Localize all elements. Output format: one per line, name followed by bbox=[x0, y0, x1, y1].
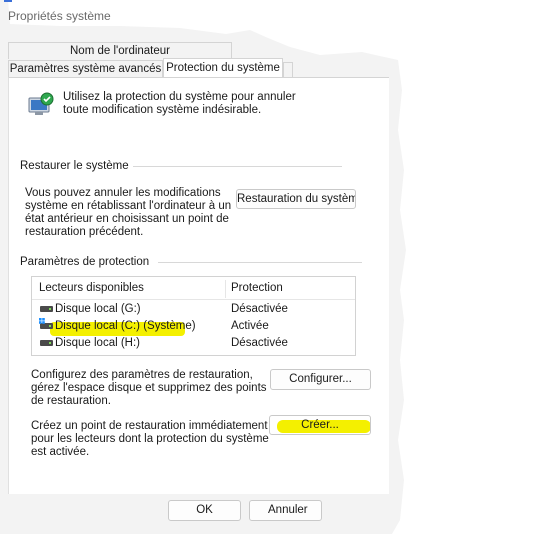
system-restore-button[interactable]: Restauration du système... bbox=[236, 189, 356, 209]
drive-protection-status: Désactivée bbox=[231, 337, 288, 349]
cancel-button[interactable]: Annuler bbox=[249, 500, 322, 521]
drive-name: Disque local (G:) bbox=[55, 303, 141, 315]
drive-row[interactable]: Disque local (H:) Désactivée bbox=[32, 335, 352, 352]
window-title: Propriétés système bbox=[8, 9, 111, 23]
drive-row[interactable]: Disque local (G:) Désactivée bbox=[32, 301, 352, 318]
drive-protection-status: Activée bbox=[231, 320, 269, 332]
tab-advanced-settings[interactable]: Paramètres système avancés bbox=[8, 60, 163, 78]
drive-name: Disque local (H:) bbox=[55, 337, 140, 349]
create-description: Créez un point de restauration immédiate… bbox=[31, 420, 269, 458]
drive-row[interactable]: Disque local (C:) (Système) Activée bbox=[32, 318, 352, 335]
column-header-drives[interactable]: Lecteurs disponibles bbox=[39, 282, 144, 294]
drive-protection-status: Désactivée bbox=[231, 303, 288, 315]
column-header-protection[interactable]: Protection bbox=[231, 282, 283, 294]
group-divider bbox=[130, 166, 342, 167]
tab-more[interactable] bbox=[283, 62, 293, 78]
drive-icon bbox=[40, 306, 53, 312]
system-protection-icon bbox=[26, 90, 54, 118]
ok-button[interactable]: OK bbox=[168, 500, 241, 521]
restore-description: Vous pouvez annuler les modifications sy… bbox=[25, 187, 232, 238]
drive-name: Disque local (C:) (Système) bbox=[55, 320, 196, 332]
restore-group-label: Restaurer le système bbox=[20, 160, 133, 172]
configure-description: Configurez des paramètres de restauratio… bbox=[31, 369, 267, 407]
drives-list[interactable]: Lecteurs disponibles Protection Disque l… bbox=[31, 276, 356, 356]
tab-system-protection[interactable]: Protection du système bbox=[163, 58, 283, 78]
intro-text: Utilisez la protection du système pour a… bbox=[63, 91, 296, 116]
tab-computer-name[interactable]: Nom de l'ordinateur bbox=[8, 42, 232, 59]
drive-icon bbox=[40, 340, 53, 346]
group-divider bbox=[158, 262, 362, 263]
drives-list-header: Lecteurs disponibles Protection bbox=[32, 277, 355, 300]
configure-button[interactable]: Configurer... bbox=[270, 369, 371, 390]
column-separator bbox=[225, 280, 226, 298]
protection-group-label: Paramètres de protection bbox=[20, 256, 154, 268]
windows-drive-icon bbox=[39, 318, 53, 329]
create-button[interactable]: Créer... bbox=[269, 415, 371, 435]
window-icon bbox=[4, 0, 12, 2]
